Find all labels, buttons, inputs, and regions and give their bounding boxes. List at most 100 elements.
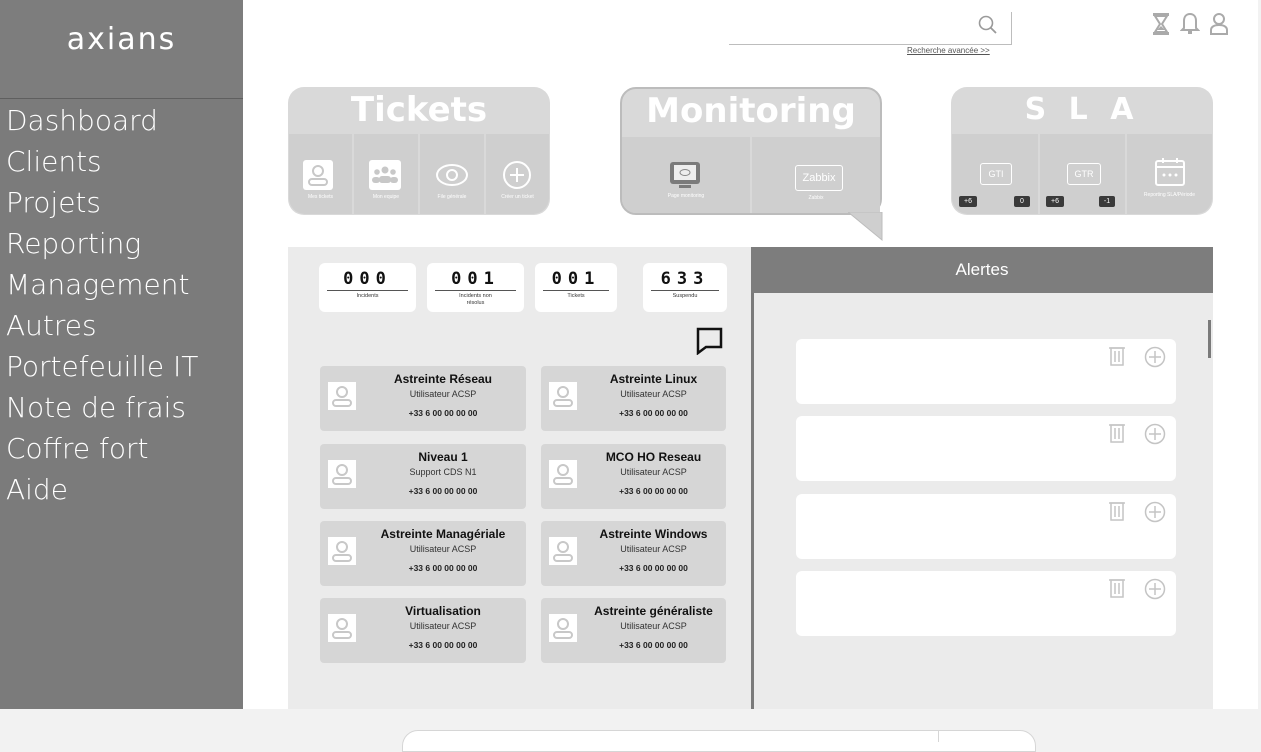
add-circle-icon[interactable]	[1144, 501, 1166, 528]
tickets-title: Tickets	[350, 90, 488, 130]
contact-card[interactable]: Astreinte généraliste Utilisateur ACSP +…	[541, 598, 726, 663]
add-circle-icon[interactable]	[1144, 423, 1166, 450]
tile-caption: Reporting SLA/Période	[1143, 192, 1196, 198]
tile-mon-equipe[interactable]: Mon equipe	[354, 134, 418, 214]
alert-item[interactable]	[796, 571, 1176, 636]
trash-icon[interactable]	[1109, 500, 1125, 527]
contact-phone: +33 6 00 00 00 00	[408, 408, 478, 418]
trash-icon[interactable]	[1109, 345, 1125, 372]
sidebar-item-management[interactable]: Management	[6, 264, 198, 305]
bottom-bar-divider	[938, 731, 939, 742]
sidebar-item-aide[interactable]: Aide	[6, 469, 198, 510]
tile-file-generale[interactable]: File générale	[420, 134, 484, 214]
user-icon	[553, 541, 573, 562]
search-input[interactable]	[729, 12, 1012, 45]
bell-icon[interactable]	[1179, 12, 1201, 41]
contact-name: Astreinte Managériale	[380, 527, 506, 541]
chat-icon[interactable]	[696, 327, 724, 355]
contact-phone: +33 6 00 00 00 00	[619, 486, 688, 496]
counter-label: Suspendu	[672, 293, 698, 299]
contact-card[interactable]: Astreinte Managériale Utilisateur ACSP +…	[320, 521, 526, 586]
monitor-icon	[670, 162, 700, 188]
counter-value: 633	[660, 269, 710, 289]
avatar	[328, 460, 356, 488]
sla-card: S L A GTI +6 0 GTR +6 -1 Reporting SLA/P…	[951, 87, 1213, 215]
counter-label: Tickets	[567, 293, 585, 299]
contact-card[interactable]: Virtualisation Utilisateur ACSP +33 6 00…	[320, 598, 526, 663]
avatar	[549, 382, 577, 410]
contact-phone: +33 6 00 00 00 00	[619, 640, 688, 650]
contact-name: MCO HO Reseau	[605, 450, 702, 464]
calendar-icon	[1155, 158, 1185, 186]
contact-name: Niveau 1	[418, 450, 468, 464]
avatar	[328, 537, 356, 565]
contact-phone: +33 6 00 00 00 00	[619, 408, 688, 418]
counter-tickets[interactable]: 001 Tickets	[535, 263, 617, 312]
contact-phone: +33 6 00 00 00 00	[619, 563, 688, 573]
tile-creer-ticket[interactable]: Créer un ticket	[486, 134, 549, 214]
axians-logo[interactable]: axians	[0, 22, 243, 57]
user-icon	[332, 464, 352, 485]
alert-item[interactable]	[796, 494, 1176, 559]
counter-divider	[435, 290, 516, 291]
tile-gti[interactable]: GTI +6 0	[952, 134, 1038, 214]
tile-mes-tickets[interactable]: Mes tickets	[289, 134, 352, 214]
avatar	[549, 537, 577, 565]
contact-card[interactable]: Niveau 1 Support CDS N1 +33 6 00 00 00 0…	[320, 444, 526, 509]
hourglass-icon[interactable]	[1151, 12, 1171, 41]
tile-caption: Zabbix	[808, 195, 824, 201]
counter-suspendu[interactable]: 633 Suspendu	[643, 263, 727, 312]
counter-incidents-non-resolus[interactable]: 001 Incidents non résolus	[427, 263, 524, 312]
counter-divider	[327, 290, 408, 291]
contact-card[interactable]: Astreinte Réseau Utilisateur ACSP +33 6 …	[320, 366, 526, 431]
counter-incidents[interactable]: 000 Incidents	[319, 263, 416, 312]
monitoring-pointer	[848, 212, 883, 242]
counter-value: 001	[451, 269, 500, 289]
user-icon	[553, 618, 573, 639]
sidebar-item-projets[interactable]: Projets	[6, 182, 198, 223]
sidebar-item-reporting[interactable]: Reporting	[6, 223, 198, 264]
sidebar-item-note-de-frais[interactable]: Note de frais	[6, 387, 198, 428]
add-circle-icon[interactable]	[1144, 578, 1166, 605]
tile-zabbix[interactable]: Zabbix Zabbix	[752, 137, 880, 213]
gti-badge-right: 0	[1014, 196, 1030, 207]
bottom-bar[interactable]	[402, 730, 1036, 752]
sidebar-item-portefeuille-it[interactable]: Portefeuille IT	[6, 346, 198, 387]
alert-item[interactable]	[796, 339, 1176, 404]
user-icon	[553, 464, 573, 485]
alert-item[interactable]	[796, 416, 1176, 481]
sidebar-item-autres[interactable]: Autres	[6, 305, 198, 346]
user-icon	[332, 386, 352, 407]
sidebar-item-coffre-fort[interactable]: Coffre fort	[6, 428, 198, 469]
tile-caption: Mon equipe	[372, 194, 400, 200]
contact-phone: +33 6 00 00 00 00	[408, 486, 478, 496]
contact-card[interactable]: MCO HO Reseau Utilisateur ACSP +33 6 00 …	[541, 444, 726, 509]
contact-card[interactable]: Astreinte Linux Utilisateur ACSP +33 6 0…	[541, 366, 726, 431]
contact-role: Utilisateur ACSP	[409, 621, 477, 631]
tile-reporting-sla[interactable]: Reporting SLA/Période	[1127, 134, 1212, 214]
trash-icon[interactable]	[1109, 422, 1125, 449]
contact-role: Support CDS N1	[409, 467, 477, 477]
advanced-search-link[interactable]: Recherche avancée >>	[907, 46, 990, 55]
avatar	[549, 614, 577, 642]
trash-icon[interactable]	[1109, 577, 1125, 604]
tile-gtr[interactable]: GTR +6 -1	[1040, 134, 1125, 214]
contact-role: Utilisateur ACSP	[620, 467, 687, 477]
contact-phone: +33 6 00 00 00 00	[408, 640, 478, 650]
sidebar-item-clients[interactable]: Clients	[6, 141, 198, 182]
tile-caption: File générale	[437, 194, 467, 200]
monitoring-title: Monitoring	[646, 91, 856, 131]
user-icon	[553, 386, 573, 407]
contact-card[interactable]: Astreinte Windows Utilisateur ACSP +33 6…	[541, 521, 726, 586]
search-icon[interactable]	[977, 14, 999, 41]
user-icon[interactable]	[1209, 12, 1229, 41]
counter-value: 000	[343, 269, 392, 289]
gti-badge-left: +6	[959, 196, 977, 207]
alerts-scrollbar[interactable]	[1208, 320, 1211, 358]
sidebar-item-dashboard[interactable]: Dashboard	[6, 100, 198, 141]
counter-value: 001	[551, 269, 601, 289]
contact-name: Astreinte Windows	[599, 527, 708, 541]
tile-page-monitoring[interactable]: Page monitoring	[622, 137, 750, 213]
sidebar-nav: Dashboard Clients Projets Reporting Mana…	[6, 100, 198, 510]
add-circle-icon[interactable]	[1144, 346, 1166, 373]
